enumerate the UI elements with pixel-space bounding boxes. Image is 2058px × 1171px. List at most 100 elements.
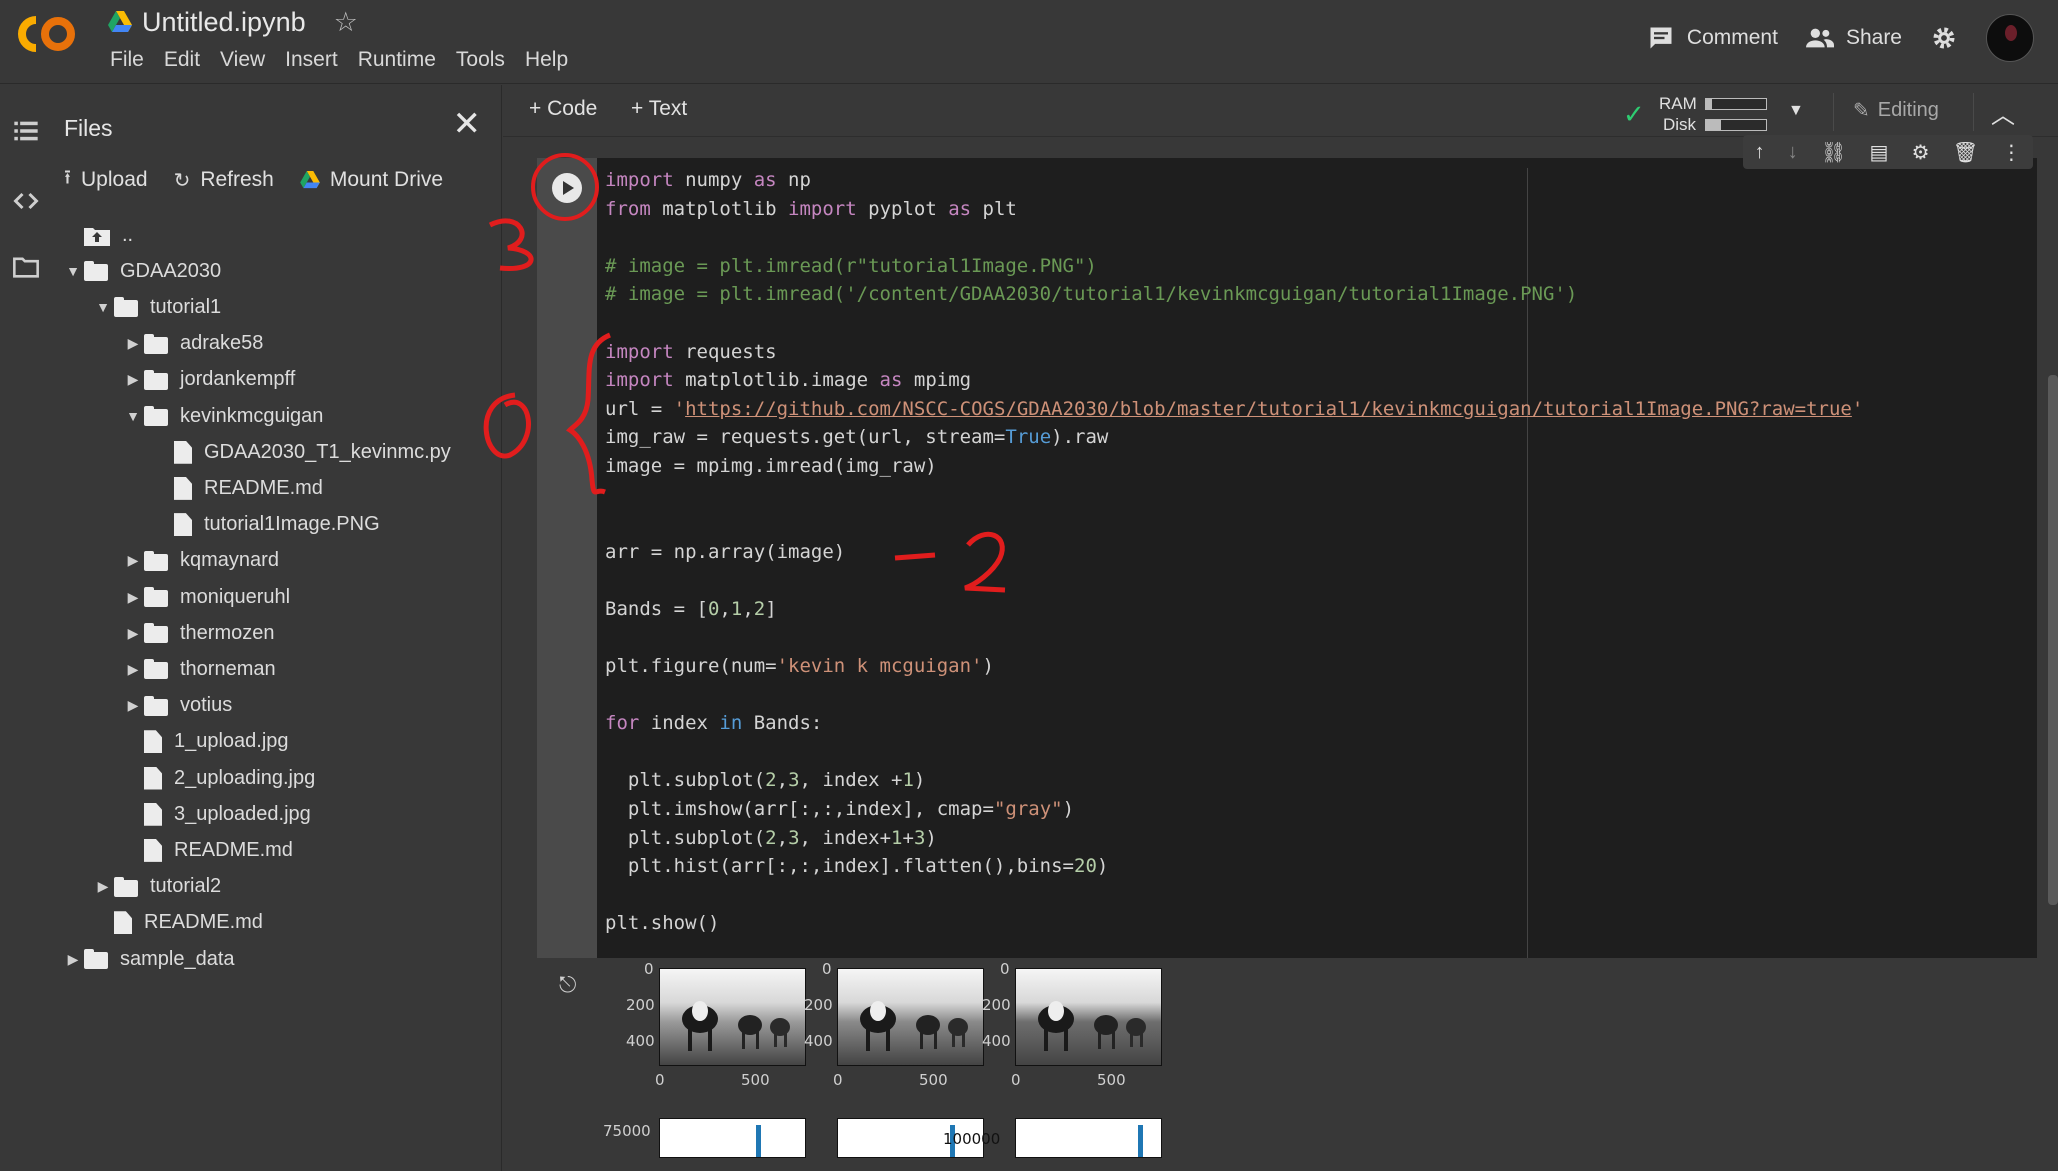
delete-icon[interactable]: 🗑 bbox=[1953, 140, 1978, 165]
upload-button[interactable]: ⭱ Upload bbox=[64, 163, 148, 197]
caret-down-icon[interactable]: ▼ bbox=[122, 408, 144, 424]
folder-item[interactable]: ▶ votius bbox=[122, 688, 233, 724]
add-code-cell-button[interactable]: + Code bbox=[529, 97, 597, 121]
star-icon[interactable]: ☆ bbox=[334, 7, 358, 38]
menu-file[interactable]: File bbox=[100, 46, 154, 74]
settings-button[interactable] bbox=[1930, 24, 1958, 52]
share-button[interactable]: Share bbox=[1805, 24, 1902, 52]
table-of-contents-icon[interactable] bbox=[12, 117, 40, 145]
move-down-icon[interactable]: ↓ bbox=[1788, 141, 1798, 164]
caret-down-icon[interactable]: ▼ bbox=[62, 263, 84, 279]
file-item[interactable]: README.md bbox=[152, 470, 323, 506]
folder-item[interactable]: ▼ kevinkmcguigan bbox=[122, 398, 323, 434]
code-token: 1 bbox=[902, 769, 914, 792]
comment-button[interactable]: Comment bbox=[1647, 24, 1778, 52]
code-token: index bbox=[639, 712, 720, 735]
file-icon bbox=[174, 513, 192, 537]
code-token: import bbox=[605, 369, 674, 392]
caret-right-icon[interactable]: ▶ bbox=[62, 951, 84, 968]
file-item[interactable]: GDAA2030_T1_kevinmc.py bbox=[152, 434, 451, 470]
run-cell-button[interactable] bbox=[552, 173, 582, 203]
code-line: plt.imshow(arr[:,:,index], cmap="gray") bbox=[605, 795, 1863, 824]
file-icon bbox=[174, 440, 192, 464]
folder-item[interactable]: ▼ tutorial1 bbox=[92, 289, 221, 325]
mount-drive-button[interactable]: Mount Drive bbox=[300, 168, 443, 192]
folder-item[interactable]: ▶ moniqueruhl bbox=[122, 579, 290, 615]
clear-output-icon[interactable]: ⎋ bbox=[559, 972, 576, 998]
menu-insert[interactable]: Insert bbox=[275, 46, 348, 74]
x-tick-label: 0 bbox=[833, 1071, 843, 1089]
menu-help[interactable]: Help bbox=[515, 46, 578, 74]
x-tick-label: 0 bbox=[655, 1071, 665, 1089]
folder-item[interactable]: ▶ tutorial2 bbox=[92, 869, 222, 905]
folder-item[interactable]: ▶ adrake58 bbox=[122, 326, 264, 362]
move-up-icon[interactable]: ↑ bbox=[1755, 141, 1765, 164]
file-item[interactable]: tutorial1Image.PNG bbox=[152, 507, 380, 543]
code-line: ​ bbox=[605, 481, 1863, 510]
file-item[interactable]: README.md bbox=[92, 905, 263, 941]
menu-view[interactable]: View bbox=[210, 46, 275, 74]
code-cell[interactable]: import numpy as np from matplotlib import… bbox=[537, 158, 2037, 958]
code-editor[interactable]: import numpy as np from matplotlib import… bbox=[597, 158, 2037, 958]
folder-item[interactable]: ▶ kqmaynard bbox=[122, 543, 279, 579]
add-text-cell-button[interactable]: + Text bbox=[631, 97, 687, 121]
code-snippets-icon[interactable] bbox=[12, 187, 40, 215]
comment-icon[interactable]: ▤ bbox=[1870, 140, 1889, 165]
code-token: Bands: bbox=[742, 712, 823, 735]
caret-right-icon[interactable]: ▶ bbox=[122, 661, 144, 678]
parent-dir-item[interactable]: .. bbox=[62, 217, 133, 253]
code-line: ​ bbox=[605, 223, 1863, 252]
colab-logo-icon[interactable] bbox=[14, 12, 80, 56]
scrollbar[interactable] bbox=[2048, 375, 2058, 905]
file-item[interactable]: 2_uploading.jpg bbox=[122, 760, 315, 796]
close-icon[interactable]: ✕ bbox=[453, 107, 482, 141]
caret-right-icon[interactable]: ▶ bbox=[122, 552, 144, 569]
file-item[interactable]: 1_upload.jpg bbox=[122, 724, 289, 760]
caret-right-icon[interactable]: ▶ bbox=[122, 335, 144, 352]
folder-icon bbox=[114, 297, 140, 318]
chevron-up-icon[interactable]: ︿ bbox=[1991, 95, 2015, 130]
caret-right-icon[interactable]: ▶ bbox=[122, 697, 144, 714]
file-item[interactable]: README.md bbox=[122, 832, 293, 868]
caret-right-icon[interactable]: ▶ bbox=[122, 625, 144, 642]
folder-item[interactable]: ▶ jordankempff bbox=[122, 362, 296, 398]
band-histogram bbox=[1015, 1118, 1162, 1158]
more-icon[interactable]: ⋮ bbox=[2001, 140, 2021, 165]
caret-right-icon[interactable]: ▶ bbox=[92, 878, 114, 895]
chevron-down-icon[interactable]: ▼ bbox=[1788, 102, 1804, 120]
folder-icon bbox=[144, 623, 170, 644]
folder-item[interactable]: ▶ thermozen bbox=[122, 615, 275, 651]
code-token: plt.figure(num= bbox=[605, 655, 777, 678]
folder-item[interactable]: ▶ thorneman bbox=[122, 651, 276, 687]
code-token: image = mpimg.imread(img_raw) bbox=[605, 454, 937, 477]
editing-mode-button[interactable]: ✎ Editing bbox=[1853, 98, 1939, 123]
link-icon[interactable]: ⛓ bbox=[1821, 140, 1846, 165]
code-line: ​ bbox=[605, 624, 1863, 653]
menu-edit[interactable]: Edit bbox=[154, 46, 210, 74]
code-token: ' bbox=[673, 397, 686, 420]
x-tick-label: 500 bbox=[919, 1071, 948, 1089]
code-line: img_raw = requests.get(url, stream=True)… bbox=[605, 423, 1863, 452]
code-token: , bbox=[776, 826, 789, 849]
grayscale-band-image bbox=[659, 968, 806, 1066]
code-token: arr = np.array(image) bbox=[605, 540, 846, 563]
resources-indicator[interactable]: ✓ RAM Disk ▼ bbox=[1623, 89, 1823, 135]
caret-right-icon[interactable]: ▶ bbox=[122, 371, 144, 388]
notebook-title[interactable]: Untitled.ipynb bbox=[142, 7, 306, 38]
folder-item[interactable]: ▼ GDAA2030 bbox=[62, 253, 221, 289]
file-item[interactable]: 3_uploaded.jpg bbox=[122, 796, 311, 832]
folder-item[interactable]: ▶ sample_data bbox=[62, 941, 235, 977]
caret-down-icon[interactable]: ▼ bbox=[92, 299, 114, 315]
code-token: , bbox=[742, 597, 754, 620]
refresh-button[interactable]: ↻ Refresh bbox=[174, 168, 274, 193]
caret-right-icon[interactable]: ▶ bbox=[122, 589, 144, 606]
menu-runtime[interactable]: Runtime bbox=[348, 46, 446, 74]
tree-item-label: GDAA2030_T1_kevinmc.py bbox=[204, 440, 451, 463]
code-token: + bbox=[902, 826, 914, 849]
gear-icon[interactable]: ⚙ bbox=[1912, 140, 1930, 165]
avatar[interactable] bbox=[1986, 14, 2034, 62]
code-text[interactable]: import numpy as np from matplotlib import… bbox=[605, 166, 1863, 938]
folder-icon[interactable] bbox=[12, 253, 40, 281]
menu-tools[interactable]: Tools bbox=[446, 46, 515, 74]
x-tick-label: 0 bbox=[1011, 1071, 1021, 1089]
